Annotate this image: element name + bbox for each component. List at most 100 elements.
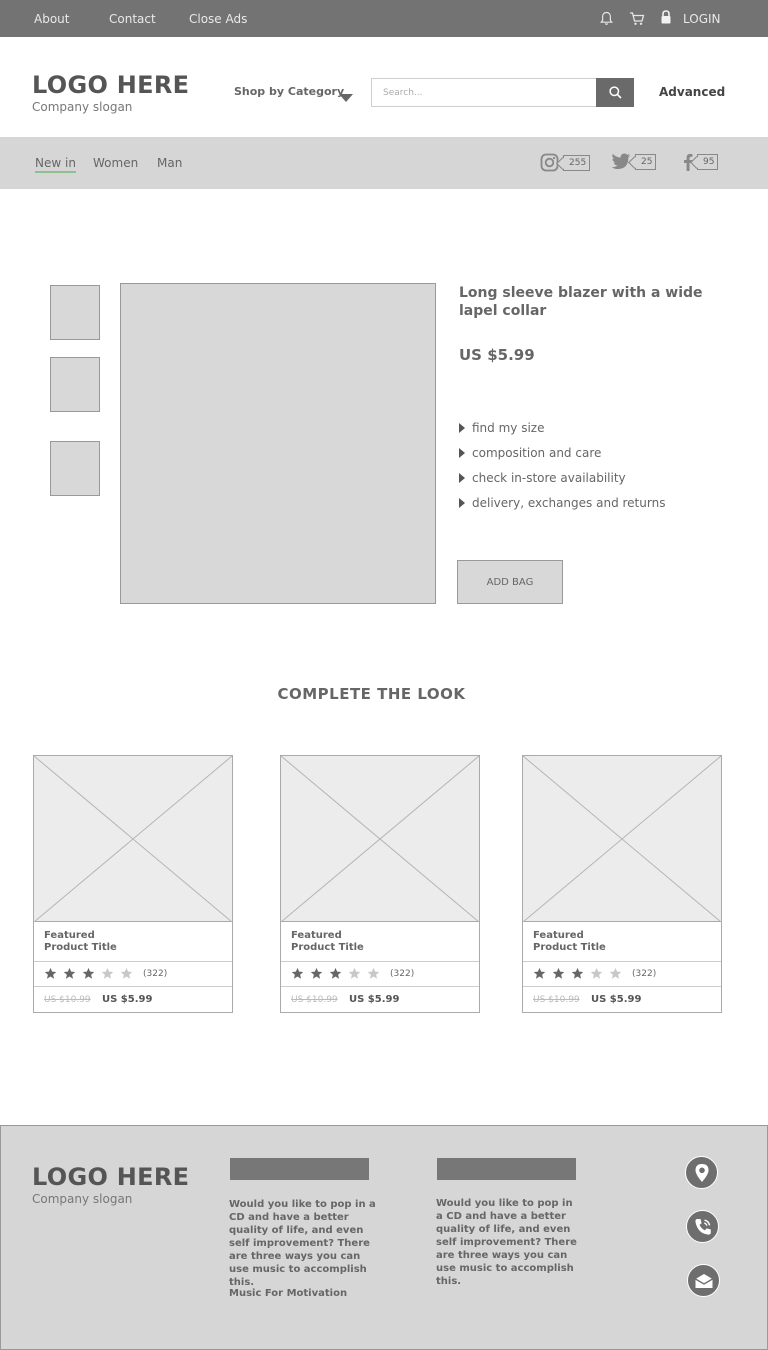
twitter-share[interactable]: 25 [611,153,657,170]
detail-label: check in-store availability [472,471,626,485]
star-rating: (322) [44,967,167,980]
cart-icon[interactable] [629,11,645,30]
top-bar: About Contact Close Ads LOGIN [0,0,768,37]
star-empty-icon [348,967,361,979]
star-filled-icon [291,967,304,979]
product-card[interactable]: Featured Product Title (322) US $10.99 US… [33,755,233,1013]
triangle-right-icon [459,423,465,433]
about-link[interactable]: About [34,12,69,26]
nav-item-women[interactable]: Women [93,156,138,170]
search-input[interactable] [371,78,597,107]
facebook-count: 95 [697,154,719,170]
card-title-line1: Featured [44,930,95,941]
divider [523,961,721,962]
footer-heading-placeholder-2 [437,1158,576,1180]
star-filled-icon [44,967,57,979]
card-title-line1: Featured [291,930,342,941]
detail-label: delivery, exchanges and returns [472,496,666,510]
card-title: Featured Product Title [44,930,117,954]
star-empty-icon [101,967,114,979]
new-price: US $5.99 [591,994,642,1005]
card-title-line1: Featured [533,930,584,941]
detail-find-my-size[interactable]: find my size [459,421,544,435]
review-count: (322) [390,968,415,979]
star-filled-icon [329,967,342,979]
product-thumbnail-1[interactable] [50,285,100,340]
shop-by-category-dropdown[interactable]: Shop by Category [234,85,344,98]
card-title-line2: Product Title [291,942,364,953]
divider [281,986,479,987]
star-empty-icon [609,967,622,979]
card-title: Featured Product Title [291,930,364,954]
add-bag-button[interactable]: ADD BAG [457,560,563,604]
product-thumbnail-3[interactable] [50,441,100,496]
star-filled-icon [571,967,584,979]
star-empty-icon [120,967,133,979]
product-image-placeholder [33,755,233,923]
stars [44,967,139,980]
product-title: Long sleeve blazer with a wide lapel col… [459,285,703,319]
divider [34,986,232,987]
product-card[interactable]: Featured Product Title (322) US $10.99 US… [280,755,480,1013]
old-price: US $10.99 [533,995,580,1005]
review-count: (322) [632,968,657,979]
detail-composition-and-care[interactable]: composition and care [459,446,601,460]
product-thumbnail-2[interactable] [50,357,100,412]
stars [533,967,628,980]
login-link[interactable]: LOGIN [683,12,721,26]
stars [291,967,386,980]
detail-check-in-store[interactable]: check in-store availability [459,471,626,485]
triangle-right-icon [459,498,465,508]
detail-label: find my size [472,421,545,435]
divider [34,961,232,962]
detail-label: composition and care [472,446,602,460]
category-nav: New in Women Man 255 25 95 [0,137,768,189]
product-main-image [120,283,436,604]
star-filled-icon [63,967,76,979]
footer-heading-placeholder-1 [230,1158,369,1180]
star-empty-icon [590,967,603,979]
card-title-line2: Product Title [533,942,606,953]
star-rating: (322) [291,967,414,980]
new-price: US $5.99 [349,994,400,1005]
old-price: US $10.99 [291,995,338,1005]
card-title-line2: Product Title [44,942,117,953]
logo[interactable]: LOGO HERE [32,71,189,99]
phone-icon[interactable] [686,1210,719,1243]
search-icon [608,86,622,99]
location-icon[interactable] [685,1156,718,1189]
mail-icon[interactable] [687,1264,720,1297]
bell-icon[interactable] [599,11,614,30]
product-card[interactable]: Featured Product Title (322) US $10.99 US… [522,755,722,1013]
product-image-placeholder [280,755,480,923]
instagram-share[interactable]: 255 [540,153,591,172]
lock-icon [660,10,672,29]
footer-text-2: Would you like to pop in a CD and have a… [436,1198,577,1287]
detail-delivery-returns[interactable]: delivery, exchanges and returns [459,496,665,510]
product-price: US $5.99 [459,346,535,364]
star-filled-icon [552,967,565,979]
advanced-search-link[interactable]: Advanced [659,85,725,99]
footer-slogan: Company slogan [32,1192,133,1206]
nav-item-man[interactable]: Man [157,156,182,170]
new-price: US $5.99 [102,994,153,1005]
footer-logo[interactable]: LOGO HERE [32,1163,189,1191]
star-rating: (322) [533,967,656,980]
star-filled-icon [310,967,323,979]
company-slogan: Company slogan [32,100,133,114]
music-for-motivation-link[interactable]: Music For Motivation [229,1288,347,1299]
search-button[interactable] [596,78,634,107]
footer [0,1125,768,1350]
close-ads-link[interactable]: Close Ads [189,12,247,26]
footer-text-1: Would you like to pop in a CD and have a… [229,1199,376,1288]
star-filled-icon [533,967,546,979]
triangle-right-icon [459,473,465,483]
triangle-right-icon [459,448,465,458]
caret-down-icon[interactable] [339,88,353,107]
nav-item-new-in[interactable]: New in [35,156,76,173]
contact-link[interactable]: Contact [109,12,156,26]
star-empty-icon [367,967,380,979]
star-filled-icon [82,967,95,979]
facebook-share[interactable]: 95 [683,153,719,171]
product-image-placeholder [522,755,722,923]
